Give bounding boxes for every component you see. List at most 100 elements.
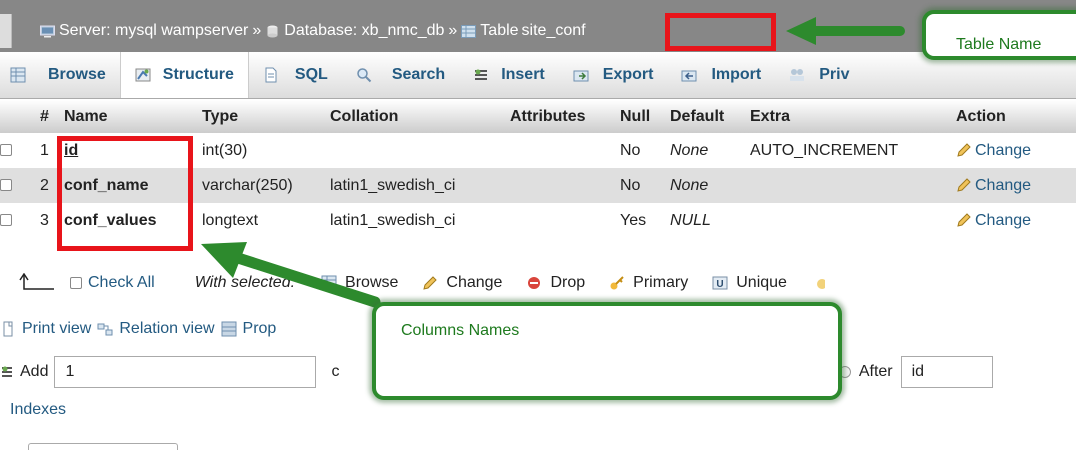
insert-icon: [475, 69, 488, 80]
relation-icon: [97, 323, 113, 336]
partial-icon: [816, 279, 825, 289]
change-action[interactable]: Change: [956, 203, 1076, 238]
pencil-icon: [423, 276, 438, 290]
bulk-actions-row: Check All With selected: Browse Change D…: [0, 266, 1076, 300]
pencil-icon: [957, 178, 971, 192]
header-collation[interactable]: Collation: [330, 100, 510, 133]
column-null: Yes: [620, 203, 670, 238]
column-type: int(30): [202, 133, 330, 168]
import-icon: [681, 70, 697, 82]
column-default: NULL: [670, 203, 750, 238]
key-icon: [610, 276, 624, 290]
column-name[interactable]: conf_values: [64, 203, 202, 238]
change-link[interactable]: Change: [975, 212, 1031, 229]
header-num[interactable]: #: [40, 100, 64, 133]
check-all[interactable]: Check All: [70, 274, 155, 292]
table-row: 2 conf_name varchar(250) latin1_swedish_…: [0, 168, 1076, 203]
tab-export-label: Export: [602, 66, 654, 83]
print-view-link[interactable]: Print view: [22, 320, 91, 338]
sql-icon: [265, 67, 277, 83]
indexes-link[interactable]: Indexes: [10, 401, 66, 419]
tab-bar: Browse Structure SQL Search Insert Expor…: [0, 52, 1076, 99]
unique-icon: U: [712, 276, 728, 290]
header-extra[interactable]: Extra: [750, 100, 956, 133]
column-type: varchar(250): [202, 168, 330, 203]
tab-search-label: Search: [391, 66, 446, 83]
bulk-unique-label: Unique: [736, 274, 787, 291]
header-name[interactable]: Name: [64, 100, 202, 133]
column-extra: AUTO_INCREMENT: [750, 133, 956, 168]
add-column-icon: [2, 366, 12, 377]
column-collation: latin1_swedish_ci: [330, 168, 510, 203]
propose-structure-icon: [221, 321, 237, 337]
browse-icon: [10, 67, 26, 83]
relation-view-link[interactable]: Relation view: [119, 320, 214, 338]
check-all-label[interactable]: Check All: [88, 274, 155, 292]
breadcrumb-table-prefix: Table: [480, 22, 519, 39]
bulk-primary-button[interactable]: Primary: [609, 274, 688, 292]
breadcrumb: Server: mysql wampserver » Database: xb_…: [40, 18, 589, 44]
header-default[interactable]: Default: [670, 100, 750, 133]
breadcrumb-separator: »: [448, 22, 458, 39]
header-null[interactable]: Null: [620, 100, 670, 133]
column-default: None: [670, 133, 750, 168]
column-default: None: [670, 168, 750, 203]
tab-structure[interactable]: Structure: [119, 52, 249, 98]
propose-structure-link[interactable]: Prop: [243, 320, 277, 338]
column-extra: [750, 168, 956, 203]
add-column-count-input[interactable]: [54, 356, 317, 388]
table-row: 1 id int(30) No None AUTO_INCREMENT Chan…: [0, 133, 1076, 168]
search-icon: [357, 68, 372, 83]
change-action[interactable]: Change: [956, 168, 1076, 203]
breadcrumb-server[interactable]: Server: mysql wampserver: [59, 22, 248, 40]
column-name[interactable]: conf_name: [64, 168, 202, 203]
tab-insert[interactable]: Insert: [459, 52, 559, 98]
table-name-callout-text: Table Name: [956, 36, 1042, 53]
bulk-unique-button[interactable]: U Unique: [712, 274, 787, 292]
change-action[interactable]: Change: [956, 133, 1076, 168]
svg-text:U: U: [717, 279, 724, 290]
bar-edge: [0, 14, 12, 48]
header-action: Action: [956, 100, 1076, 133]
privileges-icon: [790, 69, 805, 81]
tab-import-label: Import: [711, 66, 762, 83]
after-column-select[interactable]: [900, 356, 993, 388]
bulk-drop-button[interactable]: Drop: [526, 274, 585, 292]
change-link[interactable]: Change: [975, 142, 1031, 159]
breadcrumb-table-name[interactable]: site_conf: [519, 22, 589, 40]
table-row: 3 conf_values longtext latin1_swedish_ci…: [0, 203, 1076, 238]
row-checkbox[interactable]: [0, 179, 12, 192]
header-type[interactable]: Type: [202, 100, 330, 133]
column-null: No: [620, 133, 670, 168]
column-name[interactable]: id: [64, 133, 202, 168]
table-header-row: # Name Type Collation Attributes Null De…: [0, 100, 1076, 133]
pencil-icon: [957, 143, 971, 157]
column-attributes: [510, 203, 620, 238]
bulk-change-button[interactable]: Change: [422, 274, 502, 292]
tab-browse[interactable]: Browse: [0, 52, 120, 98]
header-attributes[interactable]: Attributes: [510, 100, 620, 133]
server-icon: [40, 25, 55, 37]
tab-sql-label: SQL: [294, 66, 328, 83]
change-link[interactable]: Change: [975, 177, 1031, 194]
pencil-icon: [957, 213, 971, 227]
row-checkbox[interactable]: [0, 144, 12, 157]
table-name-arrow: [786, 17, 905, 45]
columns-names-callout-text: Columns Names: [401, 322, 520, 339]
bulk-drop-label: Drop: [550, 274, 586, 291]
after-label: After: [858, 363, 893, 380]
breadcrumb-database[interactable]: Database: xb_nmc_db: [284, 22, 444, 40]
database-icon: [267, 25, 278, 37]
tab-search[interactable]: Search: [342, 52, 459, 98]
column-extra: [750, 203, 956, 238]
row-checkbox[interactable]: [0, 214, 12, 227]
bulk-change-label: Change: [446, 274, 503, 291]
tab-privileges[interactable]: Priv: [775, 52, 863, 98]
tab-export[interactable]: Export: [559, 52, 668, 98]
tab-sql[interactable]: SQL: [249, 52, 342, 98]
column-attributes: [510, 133, 620, 168]
row-num: 1: [40, 133, 64, 168]
tab-import[interactable]: Import: [667, 52, 775, 98]
add-column-text-fragment: c: [331, 363, 340, 380]
check-all-checkbox[interactable]: [70, 277, 82, 289]
